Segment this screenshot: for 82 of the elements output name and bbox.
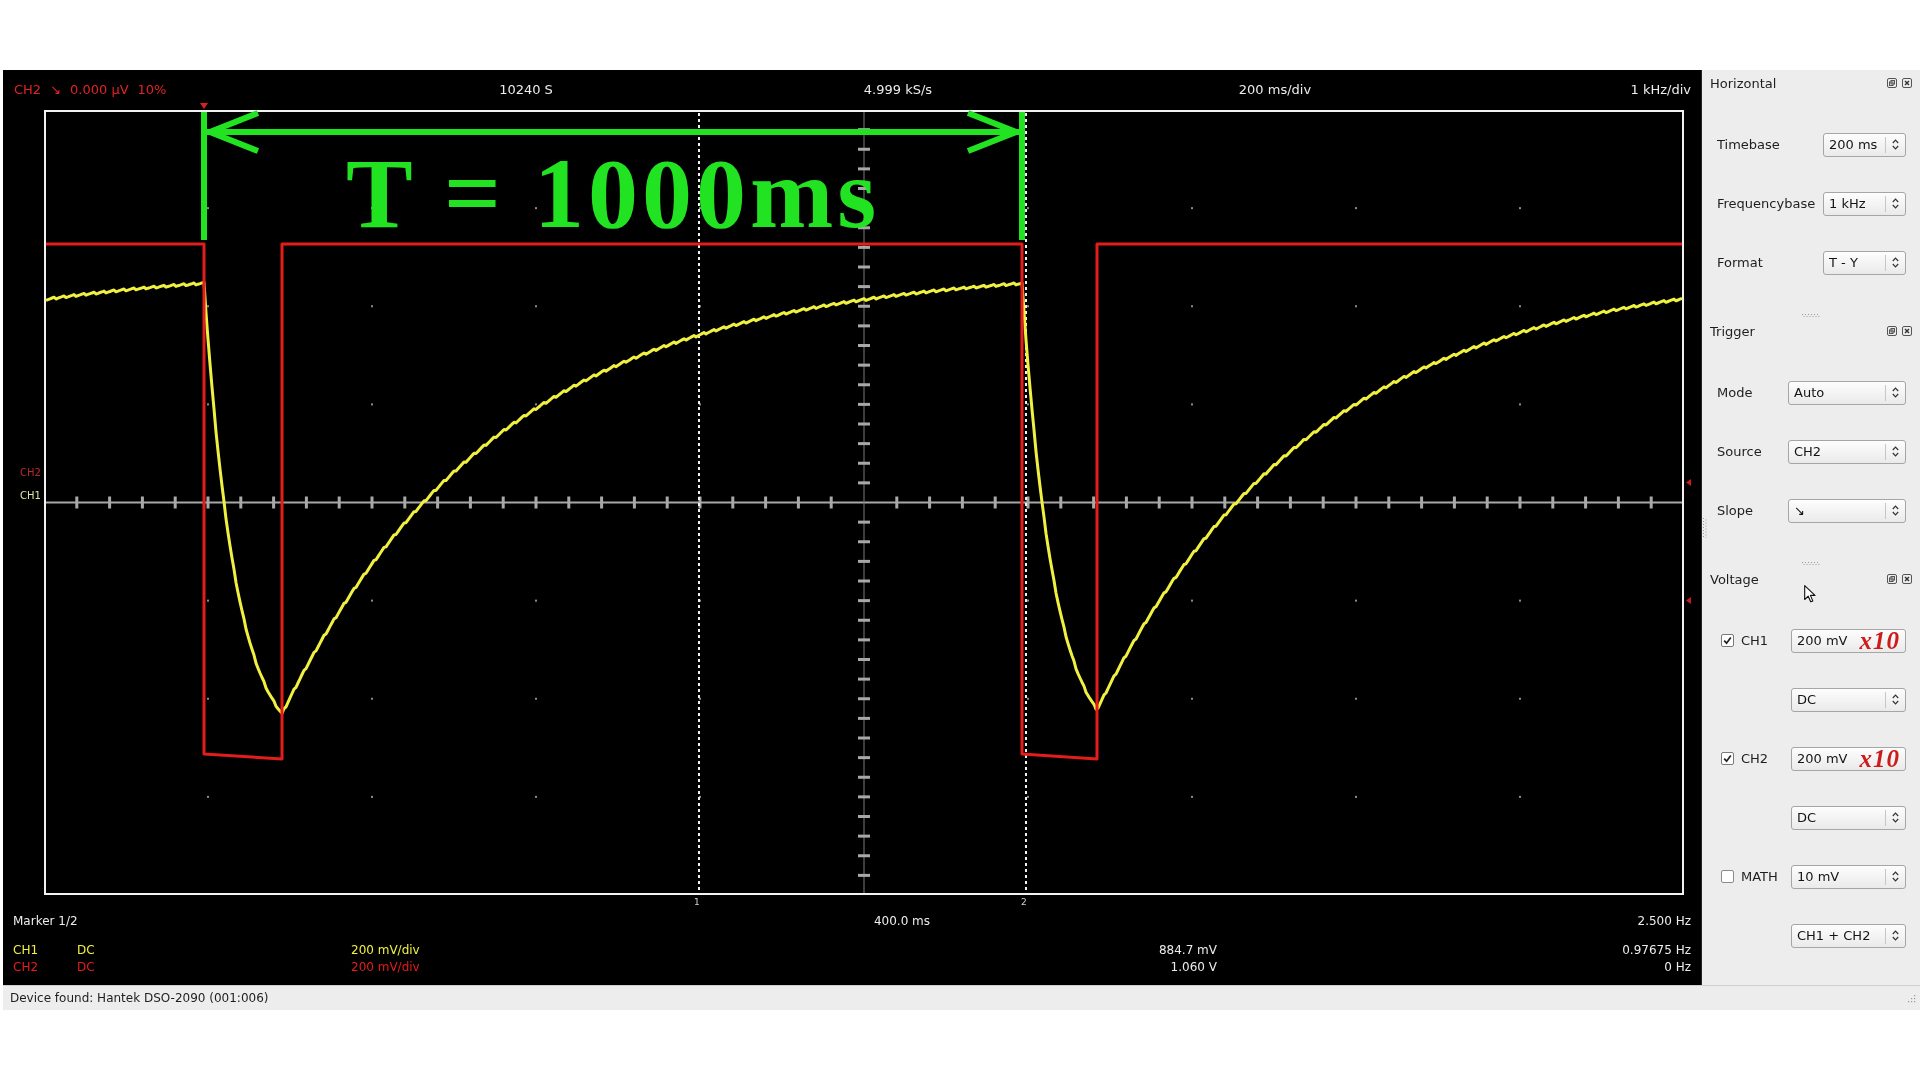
trigger-marker-icon — [200, 103, 208, 109]
channel-scale: 200 mV/div — [351, 959, 420, 974]
updown-arrows-icon — [1892, 446, 1899, 457]
level-marker-icon — [1686, 597, 1691, 604]
updown-arrows-icon — [1892, 505, 1899, 516]
updown-arrows-icon — [1892, 930, 1899, 941]
trigger-level: 0.000 µV — [70, 81, 129, 97]
splitter-handle-icon[interactable] — [1703, 518, 1707, 538]
channel-scale: 200 mV/div — [351, 942, 420, 957]
channel-offset-label: CH2 — [20, 467, 41, 479]
trigger-position: 10% — [137, 81, 167, 97]
channel-coupling: DC — [77, 942, 95, 957]
checkbox-label: MATH — [1741, 869, 1778, 884]
checkbox[interactable] — [1721, 870, 1734, 883]
handwritten-note: x10 — [1859, 629, 1900, 652]
checkbox-label: CH1 — [1741, 633, 1769, 648]
dropdown[interactable]: 200 mV x10 — [1791, 628, 1906, 653]
dropdown[interactable]: CH2 — [1788, 439, 1906, 464]
section-title: Trigger — [1710, 323, 1755, 339]
mouse-pointer-icon — [1804, 585, 1816, 603]
trigger-slope-symbol: ↘ — [50, 81, 62, 97]
updown-arrows-icon — [1892, 387, 1899, 398]
dropdown[interactable]: 10 mV — [1791, 864, 1906, 889]
status-text: Device found: Hantek DSO-2090 (001:006) — [10, 991, 269, 1005]
field-label: Mode — [1717, 385, 1753, 400]
checkbox[interactable] — [1721, 634, 1734, 647]
updown-arrows-icon — [1892, 812, 1899, 823]
checkmark-icon — [1723, 636, 1732, 645]
readout-text: 10240 S — [499, 81, 553, 97]
marker-label: Marker 1/2 — [13, 914, 78, 928]
marker-number: 2 — [1021, 897, 1027, 908]
checkbox[interactable] — [1721, 752, 1734, 765]
channel-frequency: 0.97675 Hz — [1622, 942, 1691, 957]
field-label: Source — [1717, 444, 1762, 459]
dropdown[interactable]: 200 mV x10 — [1791, 746, 1906, 771]
splitter-handle-icon[interactable] — [1802, 314, 1820, 317]
checkmark-icon — [1723, 754, 1732, 763]
float-icon[interactable] — [1887, 574, 1897, 584]
updown-arrows-icon — [1892, 139, 1899, 150]
marker-frequency: 2.500 Hz — [1637, 914, 1691, 928]
marker-time: 400.0 ms — [873, 914, 931, 928]
annotation-text: T = 1000ms — [346, 144, 881, 244]
marker-number: 1 — [694, 897, 700, 908]
level-marker-icon — [1686, 479, 1691, 486]
dropdown[interactable]: CH1 + CH2 — [1791, 923, 1906, 948]
readout-text: 1 kHz/div — [1630, 81, 1691, 97]
channel-name: CH1 — [13, 942, 39, 957]
updown-arrows-icon — [1892, 198, 1899, 209]
channel-amplitude: 1.060 V — [1170, 959, 1217, 974]
updown-arrows-icon — [1892, 871, 1899, 882]
channel-amplitude: 884.7 mV — [1158, 942, 1217, 957]
dropdown[interactable]: 200 ms — [1823, 132, 1906, 157]
checkbox-label: CH2 — [1741, 751, 1769, 766]
field-label: Frequencybase — [1717, 196, 1816, 211]
dropdown[interactable]: 1 kHz — [1823, 191, 1906, 216]
readout-text: 200 ms/div — [1238, 81, 1312, 97]
section-title: Horizontal — [1710, 75, 1777, 91]
field-label: Timebase — [1717, 137, 1780, 152]
updown-arrows-icon — [1892, 257, 1899, 268]
channel-name: CH2 — [13, 959, 39, 974]
float-icon[interactable] — [1887, 78, 1897, 88]
channel-offset-label: CH1 — [20, 490, 41, 502]
dropdown[interactable]: ↘ — [1788, 498, 1906, 523]
float-icon[interactable] — [1887, 326, 1897, 336]
field-label: Format — [1717, 255, 1763, 270]
close-icon[interactable] — [1902, 326, 1912, 336]
updown-arrows-icon — [1892, 694, 1899, 705]
section-title: Voltage — [1710, 571, 1759, 587]
dropdown[interactable]: T - Y — [1823, 250, 1906, 275]
dropdown[interactable]: Auto — [1788, 380, 1906, 405]
handwritten-note: x10 — [1859, 747, 1900, 770]
dropdown[interactable]: DC — [1791, 687, 1906, 712]
splitter-handle-icon[interactable] — [1802, 562, 1820, 565]
close-icon[interactable] — [1902, 574, 1912, 584]
channel-coupling: DC — [77, 959, 95, 974]
trigger-channel: CH2 — [14, 81, 42, 97]
readout-text: 4.999 kS/s — [863, 81, 933, 97]
close-icon[interactable] — [1902, 78, 1912, 88]
channel-frequency: 0 Hz — [1664, 959, 1691, 974]
resize-grip-icon[interactable] — [1906, 993, 1916, 1003]
dropdown[interactable]: DC — [1791, 805, 1906, 830]
field-label: Slope — [1717, 503, 1754, 518]
